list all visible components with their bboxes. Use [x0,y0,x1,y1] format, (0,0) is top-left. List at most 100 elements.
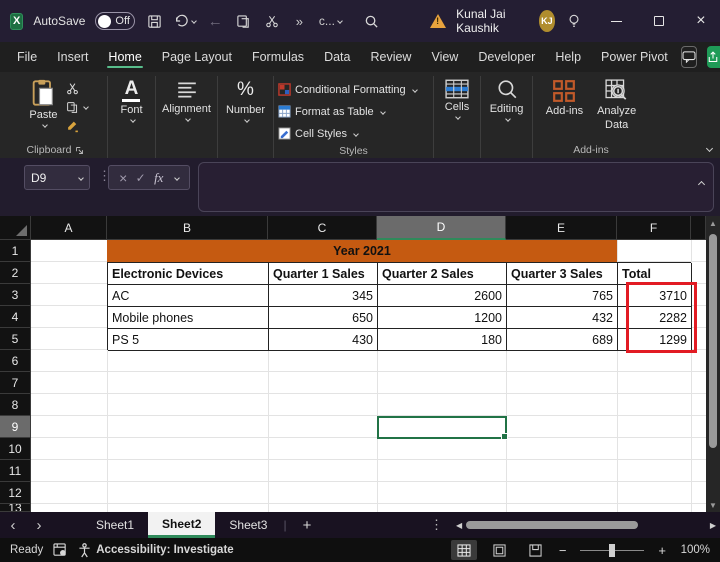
tab-sheet1[interactable]: Sheet1 [82,512,148,538]
format-as-table-button[interactable]: Format as Table [278,102,385,121]
avatar[interactable]: KJ [539,10,556,32]
autosave-toggle[interactable]: Off [95,12,134,30]
insert-function-icon[interactable]: fx [154,170,163,186]
paste-button[interactable]: Paste [23,76,63,127]
addins-button[interactable]: Add-ins [540,76,589,117]
cell-E4[interactable]: 432 [507,307,618,329]
prev-sheet-icon[interactable]: ‹ [0,517,26,534]
cell-year-title[interactable]: Year 2021 [107,240,617,262]
row-header-11[interactable]: 11 [0,460,31,482]
row-header-6[interactable]: 6 [0,350,31,372]
horizontal-scroll-thumb[interactable] [466,521,638,529]
row-header-10[interactable]: 10 [0,438,31,460]
tab-view[interactable]: View [422,45,467,69]
column-header-a[interactable]: A [31,216,107,240]
column-header-e[interactable]: E [506,216,617,240]
maximize-button[interactable] [650,8,668,34]
cell-D5[interactable]: 180 [378,329,507,351]
cell-E5[interactable]: 689 [507,329,618,351]
sheet-options-icon[interactable]: ⋮ [430,517,443,533]
page-break-view-button[interactable] [523,540,549,560]
accessibility-status[interactable]: Accessibility: Investigate [96,544,233,556]
minimize-button[interactable] [607,8,625,34]
cell-E2[interactable]: Quarter 3 Sales [507,263,618,285]
lightbulb-icon[interactable] [565,8,583,34]
row-header-13[interactable]: 13 [0,504,31,512]
column-header-d[interactable]: D [377,216,506,240]
cell-D4[interactable]: 1200 [378,307,507,329]
selected-cell-D9[interactable] [377,416,507,439]
cell-B2[interactable]: Electronic Devices [108,263,269,285]
zoom-out-icon[interactable]: − [559,543,567,558]
cell-C3[interactable]: 345 [269,285,378,307]
page-layout-view-button[interactable] [487,540,513,560]
formula-input[interactable] [198,162,714,212]
select-all-corner[interactable] [0,216,31,240]
cell-B4[interactable]: Mobile phones [108,307,269,329]
cell-C4[interactable]: 650 [269,307,378,329]
tab-page-layout[interactable]: Page Layout [153,45,241,69]
zoom-slider[interactable] [580,550,644,551]
scroll-right-icon[interactable]: ▶ [710,521,716,530]
cancel-icon[interactable]: × [119,170,127,186]
copy-button[interactable] [66,99,88,115]
tab-power-pivot[interactable]: Power Pivot [592,45,677,69]
tab-data[interactable]: Data [315,45,359,69]
format-painter-button[interactable] [66,118,88,134]
comments-button[interactable] [681,46,697,68]
tab-review[interactable]: Review [361,45,420,69]
row-header-1[interactable]: 1 [0,240,31,262]
alignment-button[interactable]: Alignment [156,76,217,121]
zoom-in-icon[interactable]: + [658,543,666,558]
font-button[interactable]: A Font [114,76,148,122]
qat-collapsed-item[interactable]: c... [319,14,342,28]
column-header-partial[interactable] [691,216,706,240]
column-header-b[interactable]: B [107,216,268,240]
tab-sheet2[interactable]: Sheet2 [148,512,215,538]
next-sheet-icon[interactable]: › [26,517,52,534]
warning-icon[interactable]: ! [430,14,446,28]
enter-icon[interactable]: ✓ [136,171,146,185]
horizontal-scrollbar[interactable]: ◀ ▶ [456,512,716,538]
normal-view-button[interactable] [451,540,477,560]
tab-file[interactable]: File [8,45,46,69]
cell-D3[interactable]: 2600 [378,285,507,307]
tab-home[interactable]: Home [99,45,150,69]
close-button[interactable]: × [692,8,710,34]
scroll-left-icon[interactable]: ◀ [456,521,462,530]
column-header-c[interactable]: C [268,216,377,240]
accessibility-icon[interactable] [78,543,91,558]
row-header-3[interactable]: 3 [0,284,31,306]
vertical-scrollbar[interactable]: ▲ ▼ [706,216,720,512]
cell-styles-button[interactable]: Cell Styles [278,124,358,143]
row-header-7[interactable]: 7 [0,372,31,394]
editing-button[interactable]: Editing [484,76,530,121]
collapse-ribbon-icon[interactable] [704,140,712,154]
qat-overflow[interactable]: » [291,8,309,34]
cell-B5[interactable]: PS 5 [108,329,269,351]
zoom-level[interactable]: 100% [676,544,710,556]
clipboard-dialog-launcher-icon[interactable] [75,146,84,155]
row-header-9[interactable]: 9 [0,416,31,438]
row-header-2[interactable]: 2 [0,262,31,284]
vertical-scroll-thumb[interactable] [709,234,717,448]
analyze-data-button[interactable]: AnalyzeData [591,76,642,131]
cells-button[interactable]: Cells [439,76,475,119]
tab-help[interactable]: Help [546,45,590,69]
tab-formulas[interactable]: Formulas [243,45,313,69]
collapse-formula-bar-icon[interactable] [696,176,704,190]
row-header-12[interactable]: 12 [0,482,31,504]
cell-C2[interactable]: Quarter 1 Sales [269,263,378,285]
cell-D2[interactable]: Quarter 2 Sales [378,263,507,285]
excel-logo-icon[interactable]: X [10,13,23,30]
tab-developer[interactable]: Developer [469,45,544,69]
cut-button[interactable] [66,80,88,96]
save-icon[interactable] [145,8,163,34]
macro-record-icon[interactable] [53,543,68,557]
undo-icon[interactable] [173,8,196,34]
cut-icon[interactable] [263,8,281,34]
row-header-4[interactable]: 4 [0,306,31,328]
conditional-formatting-button[interactable]: Conditional Formatting [278,80,417,99]
new-sheet-button[interactable]: + [289,517,326,534]
tab-insert[interactable]: Insert [48,45,97,69]
